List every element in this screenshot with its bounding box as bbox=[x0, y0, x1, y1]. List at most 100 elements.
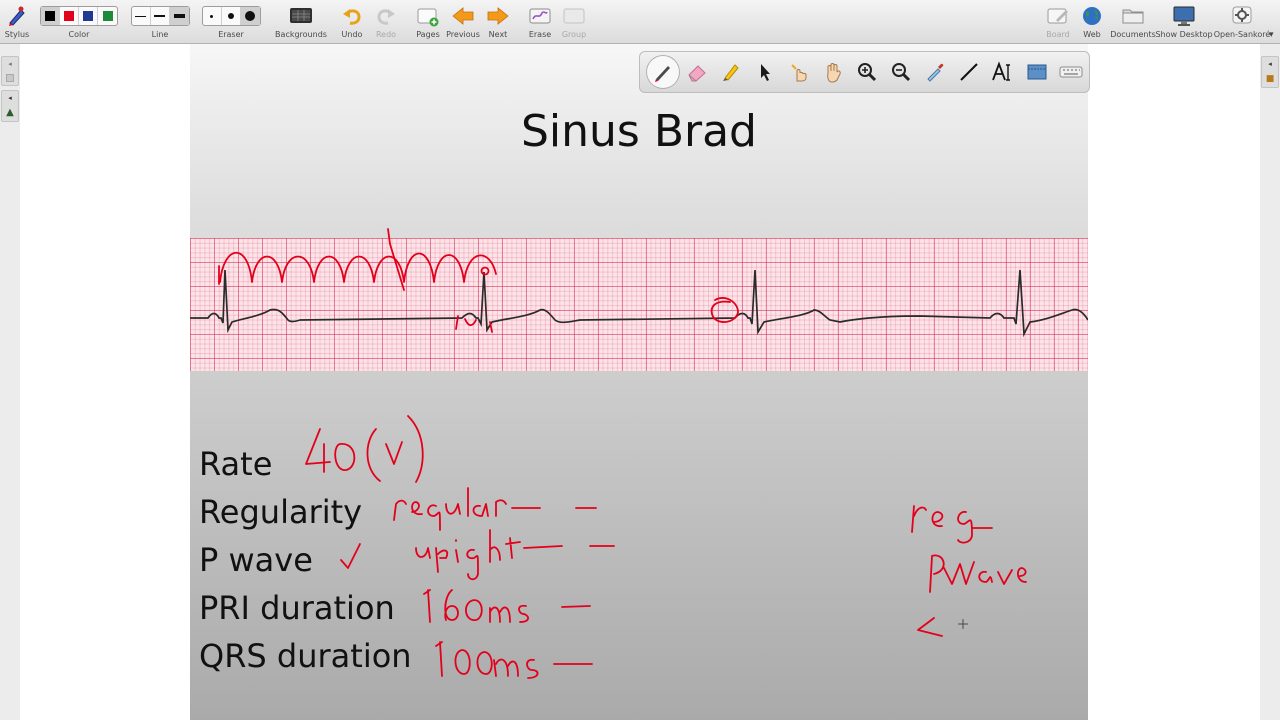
criteria-list: Rate Regularity P wave PRI duration QRS … bbox=[199, 440, 412, 680]
text-tool-button[interactable] bbox=[986, 55, 1020, 89]
documents-button[interactable]: Documents bbox=[1110, 3, 1156, 43]
show-desktop-button[interactable]: Show Desktop bbox=[1155, 3, 1213, 43]
laser-icon bbox=[791, 64, 807, 82]
line-group: Line bbox=[130, 3, 190, 43]
stylus-icon bbox=[6, 3, 28, 29]
left-tab-library[interactable]: ◂ ▲ bbox=[1, 90, 19, 122]
ecg-strip bbox=[190, 238, 1088, 371]
next-button[interactable]: Next bbox=[484, 3, 512, 43]
eyedropper-tool-button[interactable] bbox=[918, 55, 952, 89]
eraser-large-option[interactable] bbox=[240, 7, 260, 25]
settings-icon bbox=[1231, 3, 1253, 29]
capture-icon bbox=[1027, 64, 1047, 80]
color-black-swatch[interactable] bbox=[41, 7, 60, 25]
pointer-icon bbox=[761, 64, 770, 81]
eraser-group: Eraser bbox=[201, 3, 261, 43]
eraser-icon bbox=[688, 65, 706, 82]
group-icon bbox=[562, 3, 586, 29]
board-button[interactable]: Board bbox=[1045, 3, 1071, 43]
board-canvas[interactable]: Sinus Brad Rate Regularity P wave PRI du… bbox=[190, 44, 1088, 720]
redo-label: Redo bbox=[375, 30, 397, 39]
eraser-label: Eraser bbox=[218, 30, 244, 39]
stylus-label: Stylus bbox=[4, 30, 30, 39]
hand-icon bbox=[827, 63, 841, 83]
backgrounds-button[interactable]: Backgrounds bbox=[275, 3, 327, 43]
web-button[interactable]: Web bbox=[1079, 3, 1105, 43]
zoom-out-tool-button[interactable] bbox=[884, 55, 918, 89]
graduation-cap-icon: ▲ bbox=[6, 107, 14, 119]
left-sidebar: ◂ ◂ ▲ bbox=[0, 44, 20, 720]
hand-tool-button[interactable] bbox=[816, 55, 850, 89]
arrow-left-icon bbox=[451, 3, 475, 29]
arrow-right-icon bbox=[486, 3, 510, 29]
main-toolbar: Stylus Color Line Eraser Backgrounds Und… bbox=[0, 0, 1280, 44]
line-thin-option[interactable] bbox=[132, 7, 151, 25]
capture-tool-button[interactable] bbox=[1020, 55, 1054, 89]
zoom-out-icon bbox=[892, 63, 911, 82]
highlighter-tool-button[interactable] bbox=[714, 55, 748, 89]
color-green-swatch[interactable] bbox=[98, 7, 117, 25]
pages-label: Pages bbox=[416, 30, 440, 39]
color-selector bbox=[40, 6, 118, 26]
slide-title: Sinus Brad bbox=[520, 106, 757, 157]
pages-button[interactable]: Pages bbox=[415, 3, 441, 43]
next-label: Next bbox=[488, 30, 508, 39]
right-tab-library[interactable]: ◂ ■ bbox=[1261, 56, 1279, 88]
ecg-trace bbox=[190, 269, 1088, 338]
line-thick-option[interactable] bbox=[169, 7, 189, 25]
color-blue-swatch[interactable] bbox=[79, 7, 98, 25]
zoom-in-tool-button[interactable] bbox=[850, 55, 884, 89]
previous-label: Previous bbox=[446, 30, 480, 39]
line-label: Line bbox=[151, 30, 169, 39]
folder-icon bbox=[1121, 3, 1145, 29]
redo-button[interactable]: Redo bbox=[373, 3, 399, 43]
previous-button[interactable]: Previous bbox=[446, 3, 480, 43]
stylus-button[interactable]: Stylus bbox=[4, 3, 30, 43]
criteria-pri-duration: PRI duration bbox=[199, 589, 395, 627]
left-tab-pages[interactable]: ◂ bbox=[1, 56, 19, 86]
color-group: Color bbox=[40, 3, 118, 43]
erase-button[interactable]: Erase bbox=[527, 3, 553, 43]
text-icon bbox=[992, 61, 1010, 81]
pen-tool-button[interactable] bbox=[646, 55, 680, 89]
laser-tool-button[interactable] bbox=[782, 55, 816, 89]
undo-icon bbox=[341, 3, 363, 29]
board-label: Board bbox=[1046, 30, 1070, 39]
criteria-qrs-duration: QRS duration bbox=[199, 637, 412, 675]
page-thumbnail-icon bbox=[6, 74, 14, 82]
backgrounds-label: Backgrounds bbox=[275, 30, 327, 39]
group-button[interactable]: Group bbox=[561, 3, 587, 43]
right-sidebar: ◂ ■ bbox=[1260, 44, 1280, 720]
eraser-tool-button[interactable] bbox=[680, 55, 714, 89]
chevron-left-icon: ◂ bbox=[8, 93, 12, 102]
show-desktop-label: Show Desktop bbox=[1155, 30, 1213, 39]
keyboard-icon bbox=[1059, 66, 1083, 78]
backgrounds-icon bbox=[289, 3, 313, 29]
select-tool-button[interactable] bbox=[748, 55, 782, 89]
menu-arrow-icon[interactable]: ▾ bbox=[1269, 30, 1274, 40]
erase-board-icon bbox=[528, 3, 552, 29]
keyboard-tool-button[interactable] bbox=[1054, 55, 1088, 89]
chevron-right-icon: ◂ bbox=[1268, 60, 1272, 68]
line-width-selector bbox=[130, 6, 190, 26]
library-icon: ■ bbox=[1265, 74, 1275, 84]
undo-button[interactable]: Undo bbox=[339, 3, 365, 43]
line-icon bbox=[960, 63, 978, 81]
line-medium-option[interactable] bbox=[151, 7, 170, 25]
open-sankore-button[interactable]: Open-Sankoré bbox=[1213, 3, 1271, 43]
eraser-medium-option[interactable] bbox=[222, 7, 241, 25]
redo-icon bbox=[375, 3, 397, 29]
criteria-regularity: Regularity bbox=[199, 493, 363, 531]
eraser-small-option[interactable] bbox=[203, 7, 222, 25]
add-page-icon bbox=[416, 3, 440, 29]
open-sankore-label: Open-Sankoré bbox=[1213, 30, 1271, 39]
eyedropper-icon bbox=[927, 63, 944, 82]
highlighter-icon bbox=[723, 64, 739, 81]
criteria-rate: Rate bbox=[199, 445, 273, 483]
color-red-swatch[interactable] bbox=[60, 7, 79, 25]
undo-label: Undo bbox=[341, 30, 363, 39]
monitor-icon bbox=[1172, 3, 1196, 29]
chevron-left-icon: ◂ bbox=[8, 60, 12, 68]
criteria-p-wave: P wave bbox=[199, 541, 313, 579]
line-tool-button[interactable] bbox=[952, 55, 986, 89]
